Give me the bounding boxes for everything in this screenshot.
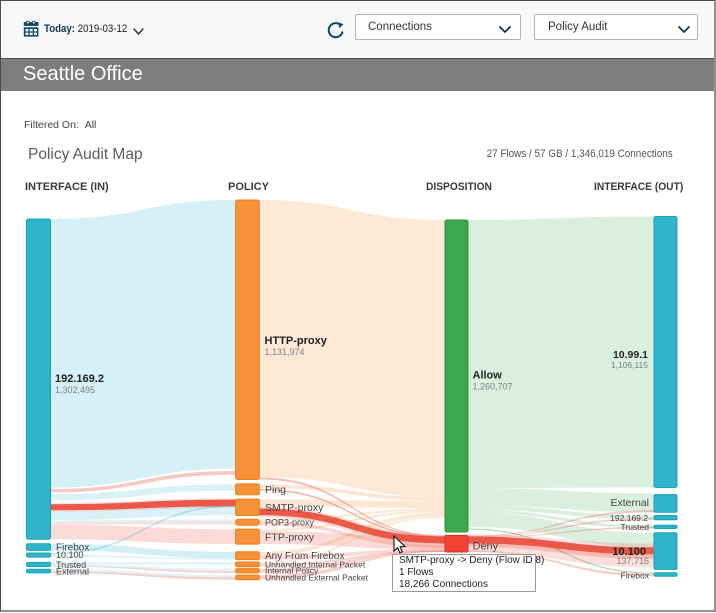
svg-text:1,106,115: 1,106,115 <box>611 360 648 370</box>
svg-text:137,716: 137,716 <box>616 556 649 566</box>
svg-text:FTP-proxy: FTP-proxy <box>265 531 315 543</box>
svg-text:Unhandled External Packet: Unhandled External Packet <box>265 572 369 582</box>
svg-text:Trusted: Trusted <box>620 522 649 532</box>
svg-text:POP3-proxy: POP3-proxy <box>265 517 315 527</box>
svg-text:HTTP-proxy: HTTP-proxy <box>265 335 328 347</box>
svg-text:192.169.2: 192.169.2 <box>55 373 104 385</box>
svg-text:Allow: Allow <box>473 370 503 382</box>
svg-text:SMTP-proxy: SMTP-proxy <box>265 502 324 514</box>
svg-text:10.100: 10.100 <box>56 550 84 560</box>
svg-text:1,302,495: 1,302,495 <box>55 385 95 395</box>
svg-text:1,260,707: 1,260,707 <box>473 382 513 392</box>
svg-text:1,131,974: 1,131,974 <box>265 347 305 357</box>
svg-text:External: External <box>610 497 649 509</box>
svg-text:Ping: Ping <box>265 484 286 496</box>
svg-text:External: External <box>56 567 89 577</box>
svg-text:Deny: Deny <box>473 541 499 553</box>
svg-text:Firebox: Firebox <box>621 571 650 581</box>
